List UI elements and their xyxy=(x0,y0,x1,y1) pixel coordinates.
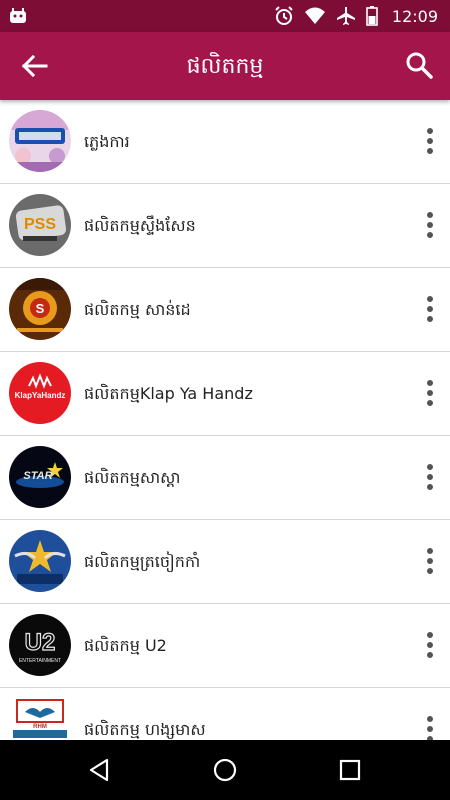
wifi-icon xyxy=(304,7,325,24)
status-time: 12:09 xyxy=(391,6,438,26)
list-item-label: ផលិតកម្មស្ទឹងសែន xyxy=(84,216,196,235)
status-icons: 12:09 xyxy=(274,0,438,32)
more-vert-icon[interactable] xyxy=(424,127,436,155)
list-item[interactable]: PSS ផលិតកម្មស្ទឹងសែន xyxy=(0,184,450,268)
airplane-icon xyxy=(336,7,355,25)
hang-meas-logo-icon: RHM xyxy=(9,698,71,740)
system-nav-bar xyxy=(0,740,450,800)
sastra-logo-text: STAR xyxy=(23,470,52,482)
more-vert-icon[interactable] xyxy=(424,295,436,323)
trachiek-kam-logo-icon xyxy=(9,530,71,592)
list-item-label: ផលិតកម្ម ហង្សមាស xyxy=(84,720,206,739)
more-vert-icon[interactable] xyxy=(424,211,436,239)
more-vert-icon[interactable] xyxy=(424,463,436,491)
list-item[interactable]: S ផលិតកម្ម សាន់ដេ xyxy=(0,268,450,352)
battery-icon xyxy=(366,6,378,26)
sunday-logo-text: S xyxy=(36,301,45,316)
more-vert-icon[interactable] xyxy=(424,631,436,659)
klapyahandz-logo-icon: KlapYaHandz xyxy=(9,362,71,424)
app-bar: ផលិតកម្ម xyxy=(0,32,450,100)
pss-logo-text: PSS xyxy=(24,216,56,233)
sastra-logo-icon: STAR xyxy=(9,446,71,508)
production-list: ភ្លេងការ PSS ផលិតកម្មស្ទឹងសែន S ផលិតកម្ម… xyxy=(0,100,450,740)
list-item-label: ភ្លេងការ xyxy=(84,132,130,151)
home-nav-icon[interactable] xyxy=(210,755,240,785)
u2-logo-icon: U2 ENTERTAINMENT xyxy=(9,614,71,676)
list-item[interactable]: ផលិតកម្មត្រចៀកកាំ xyxy=(0,520,450,604)
u2-logo-text: U2 xyxy=(25,629,56,656)
u2-logo-subtext: ENTERTAINMENT xyxy=(19,658,61,664)
list-item[interactable]: STAR ផលិតកម្មសាស្តា xyxy=(0,436,450,520)
search-icon[interactable] xyxy=(404,50,434,80)
list-item-label: ផលិតកម្ម U2 xyxy=(84,636,167,655)
android-icon xyxy=(10,8,26,23)
recents-nav-icon[interactable] xyxy=(335,755,365,785)
pleng-kar-logo-icon xyxy=(9,110,71,172)
status-bar: 12:09 xyxy=(0,0,450,32)
more-vert-icon[interactable] xyxy=(424,379,436,407)
more-vert-icon[interactable] xyxy=(424,715,436,740)
rhm-logo-text: RHM xyxy=(33,724,47,730)
list-item[interactable]: RHM ផលិតកម្ម ហង្សមាស xyxy=(0,688,450,740)
more-vert-icon[interactable] xyxy=(424,547,436,575)
list-item[interactable]: U2 ENTERTAINMENT ផលិតកម្ម U2 xyxy=(0,604,450,688)
list-item[interactable]: ភ្លេងការ xyxy=(0,100,450,184)
sunday-logo-icon: S xyxy=(9,278,71,340)
page-title: ផលិតកម្ម xyxy=(186,54,264,79)
alarm-icon xyxy=(275,6,293,25)
list-item-label: ផលិតកម្មKlap Ya Handz xyxy=(84,384,253,403)
pss-logo-icon: PSS xyxy=(9,194,71,256)
list-item-label: ផលិតកម្មសាស្តា xyxy=(84,468,181,487)
klap-logo-text: KlapYaHandz xyxy=(15,391,66,400)
back-nav-icon[interactable] xyxy=(85,755,115,785)
list-item-label: ផលិតកម្ម សាន់ដេ xyxy=(84,300,191,319)
list-item-label: ផលិតកម្មត្រចៀកកាំ xyxy=(84,552,201,571)
list-item[interactable]: KlapYaHandz ផលិតកម្មKlap Ya Handz xyxy=(0,352,450,436)
